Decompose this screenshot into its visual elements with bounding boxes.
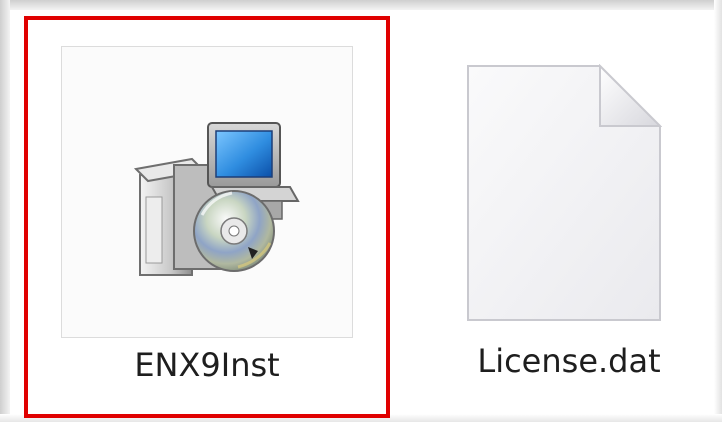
file-item-enx9inst[interactable]: ENX9Inst bbox=[24, 16, 390, 418]
file-name-label: ENX9Inst bbox=[134, 346, 280, 384]
file-item-license-dat[interactable]: License.dat bbox=[436, 16, 702, 418]
blank-document-icon bbox=[467, 63, 663, 321]
file-thumbnail-frame bbox=[466, 63, 663, 322]
window-frame-top bbox=[0, 0, 722, 10]
file-explorer-view: ENX9Inst License.dat bbox=[0, 0, 722, 422]
file-thumbnail-frame bbox=[61, 46, 353, 338]
file-name-label: License.dat bbox=[477, 342, 661, 380]
window-frame-right bbox=[714, 0, 722, 422]
window-frame-left bbox=[0, 0, 10, 422]
installer-icon bbox=[133, 122, 300, 276]
